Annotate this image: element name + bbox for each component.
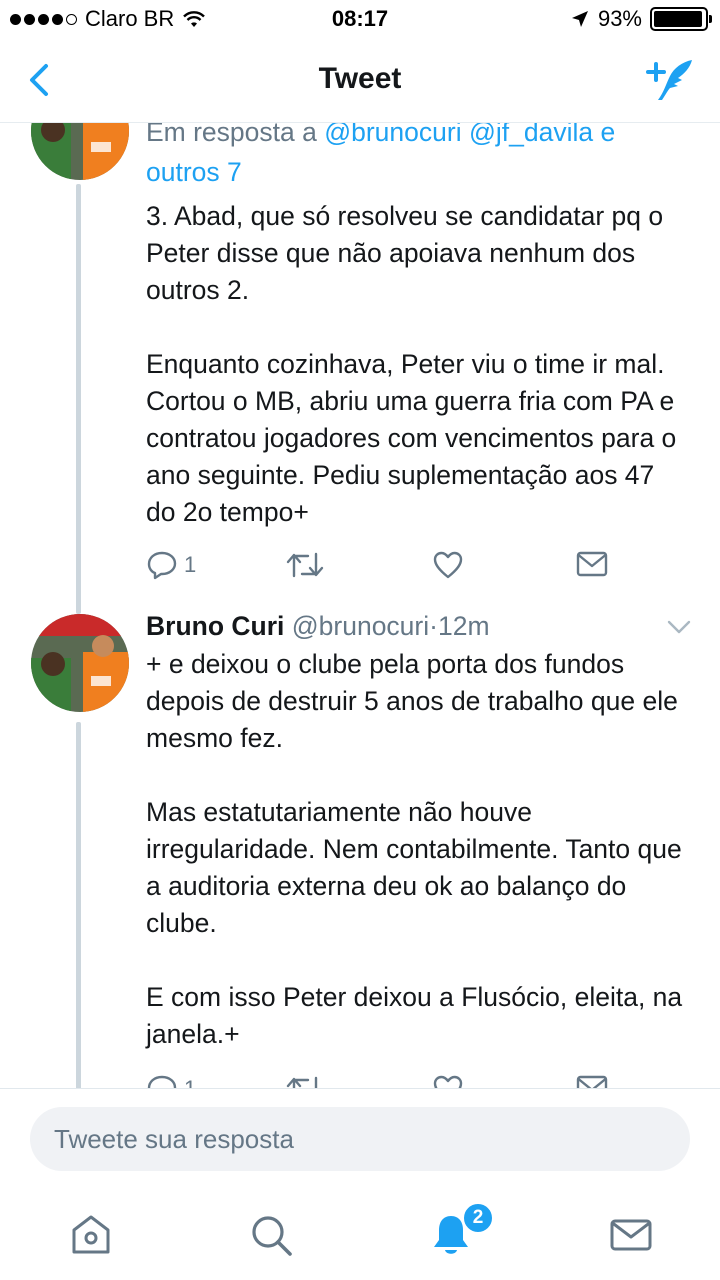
separator-dot: · — [429, 611, 438, 641]
envelope-icon — [576, 551, 608, 577]
tweet-actions: 1 — [146, 1074, 646, 1088]
location-arrow-icon — [571, 11, 588, 27]
heart-icon — [433, 551, 463, 579]
compose-tweet-icon[interactable] — [644, 56, 698, 104]
tab-bar — [0, 1194, 720, 1280]
tweet-text: + e deixou o clube pela porta dos fundos… — [146, 649, 683, 1049]
author-name[interactable]: Bruno Curi — [146, 611, 284, 641]
thread-connector — [76, 722, 81, 1088]
retweet-icon — [286, 552, 324, 578]
heart-icon — [433, 1075, 463, 1088]
like-button[interactable] — [432, 1074, 464, 1088]
chevron-down-icon[interactable] — [666, 618, 692, 636]
retweet-icon — [286, 1076, 318, 1088]
reply-icon — [147, 551, 177, 580]
author-handle[interactable]: @brunocuri — [292, 611, 429, 641]
search-icon[interactable] — [246, 1210, 296, 1260]
retweet-button[interactable] — [286, 550, 324, 580]
notification-badge: 2 — [462, 1202, 494, 1234]
like-button[interactable] — [432, 550, 464, 580]
reply-button[interactable]: 1 — [146, 550, 196, 580]
reply-bar: Tweete sua resposta — [0, 1088, 720, 1195]
tweet-text: 3. Abad, que só resolveu se candidatar p… — [146, 201, 677, 527]
status-right: 93% — [570, 6, 712, 32]
tweet-header[interactable]: Bruno Curi @brunocuri·12m — [146, 608, 666, 644]
battery-icon — [650, 7, 712, 31]
reply-count: 1 — [184, 552, 197, 577]
direct-message-button[interactable] — [576, 1074, 608, 1088]
reply-to-prefix: Em resposta a — [146, 122, 325, 147]
nav-bar: Tweet — [0, 40, 720, 123]
retweet-button[interactable] — [286, 1074, 324, 1088]
battery-percent: 93% — [597, 6, 642, 31]
direct-message-button[interactable] — [576, 550, 608, 578]
reply-to-line[interactable]: Em resposta a @brunocuri @jf_davila e ou… — [146, 122, 686, 192]
avatar[interactable] — [31, 614, 129, 712]
reply-button[interactable]: 1 — [146, 1074, 196, 1088]
envelope-icon — [576, 1075, 608, 1088]
status-bar: Claro BR 08:17 93% — [0, 0, 720, 40]
avatar[interactable] — [31, 122, 129, 180]
reply-count: 1 — [184, 1076, 196, 1088]
tweet-time: 12m — [437, 611, 490, 641]
page-title: Tweet — [318, 62, 402, 95]
reply-icon — [147, 1075, 177, 1088]
home-icon[interactable] — [66, 1210, 116, 1260]
tweet-actions: 1 — [146, 550, 646, 590]
messages-icon[interactable] — [606, 1210, 656, 1260]
reply-input[interactable]: Tweete sua resposta — [30, 1107, 690, 1171]
thread-connector — [76, 184, 81, 614]
tweet-thread[interactable]: Em resposta a @brunocuri @jf_davila e ou… — [0, 122, 720, 1088]
